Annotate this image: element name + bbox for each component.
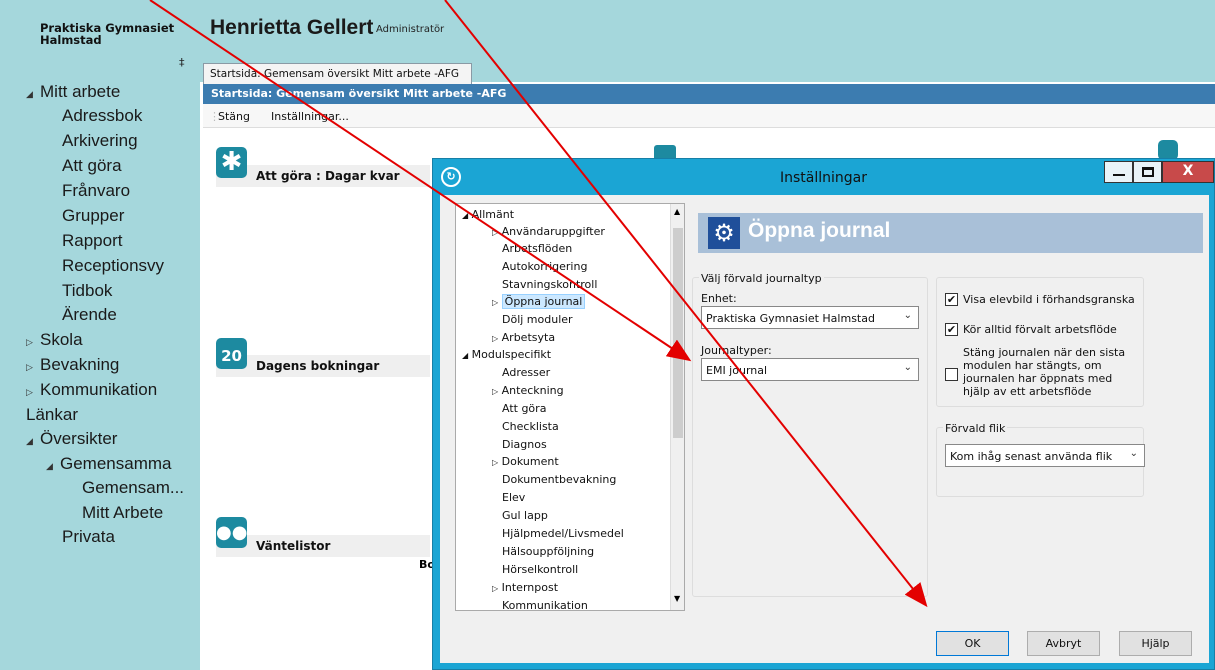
annotation-overlay (149, 0, 928, 608)
arrow-to-ok-button (444, 0, 928, 608)
arrow-to-journal-types (149, 0, 692, 362)
